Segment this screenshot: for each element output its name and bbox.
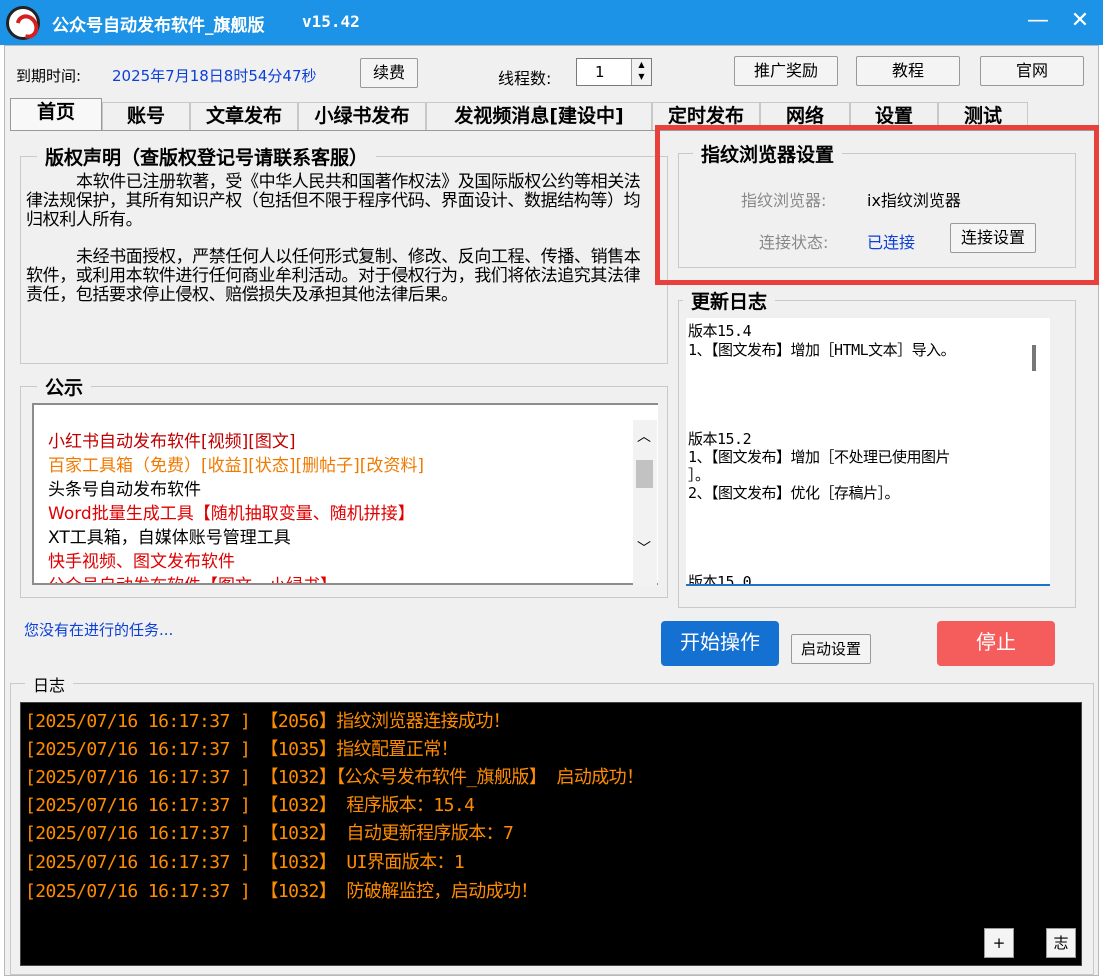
- promo-button[interactable]: 推广奖励: [734, 56, 838, 86]
- log-line: [2025/07/16 16:17:37 ] 【1032】【公众号发布软件_旗舰…: [25, 767, 644, 788]
- window-version: v15.42: [302, 12, 360, 31]
- tab-article-publish[interactable]: 文章发布: [190, 102, 298, 130]
- notice-item[interactable]: 快手视频、图文发布软件: [48, 547, 235, 572]
- start-settings-button[interactable]: 启动设置: [791, 634, 871, 664]
- threads-value[interactable]: 1: [595, 63, 605, 81]
- notice-item[interactable]: Word批量生成工具【随机抽取变量、随机拼接】: [48, 499, 415, 524]
- tab-green-book-publish[interactable]: 小绿书发布: [298, 102, 426, 130]
- highlight-box: [655, 125, 1099, 285]
- tab-account[interactable]: 账号: [102, 102, 190, 130]
- scroll-up-icon[interactable]: ︿: [637, 426, 651, 446]
- update-log-text[interactable]: 版本15.4 1、【图文发布】增加［HTML文本］导入。 版本15.2 1、【图…: [686, 318, 1050, 586]
- notice-title: 公示: [37, 373, 92, 400]
- copyright-text: 本软件已注册软著，受《中华人民共和国著作权法》及国际版权公约等相关法律法规保护，…: [26, 173, 646, 323]
- notice-item[interactable]: 公众号自动发布软件【图文，小绿书】: [48, 571, 337, 583]
- expire-label: 到期时间:: [16, 67, 82, 85]
- threads-label: 线程数:: [498, 69, 552, 88]
- log-title: 日志: [25, 672, 74, 696]
- notice-scrollbar[interactable]: ︿ ﹀: [633, 420, 657, 585]
- copyright-paragraph: 未经书面授权，严禁任何人以任何形式复制、修改、反向工程、传播、销售本软件，或利用…: [26, 247, 641, 305]
- copyright-paragraph: 本软件已注册软著，受《中华人民共和国著作权法》及国际版权公约等相关法律法规保护，…: [26, 172, 641, 230]
- renew-button[interactable]: 续费: [360, 58, 418, 88]
- copyright-title: 版权声明（查版权登记号请联系客服）: [37, 143, 377, 170]
- window-title: 公众号自动发布软件_旗舰版: [52, 16, 265, 36]
- log-line: [2025/07/16 16:17:37 ] 【1032】 程序版本：15.4: [25, 795, 475, 816]
- minimize-icon[interactable]: —: [1022, 6, 1054, 38]
- scroll-thumb[interactable]: [636, 460, 653, 488]
- update-line: 1、【图文发布】增加［HTML文本］导入。: [688, 341, 956, 359]
- log-plus-button[interactable]: +: [984, 928, 1014, 958]
- task-status: 您没有在进行的任务...: [24, 621, 174, 639]
- title-bar: 公众号自动发布软件_旗舰版 v15.42 — ✕: [0, 0, 1103, 45]
- update-line: 版本15.0: [688, 573, 752, 586]
- expire-value: 2025年7月18日8时54分47秒: [112, 67, 317, 85]
- notice-item[interactable]: 头条号自动发布软件: [48, 475, 201, 500]
- tab-home[interactable]: 首页: [10, 98, 102, 132]
- log-line: [2025/07/16 16:17:37 ] 【1032】 UI界面版本：1: [25, 852, 465, 873]
- update-line: 2、【图文发布】优化［存稿片］。: [688, 484, 900, 502]
- notice-item[interactable]: XT工具箱，自媒体账号管理工具: [48, 523, 291, 548]
- log-line: [2025/07/16 16:17:37 ] 【1035】指纹配置正常！: [25, 739, 459, 760]
- tab-video-message[interactable]: 发视频消息[建设中]: [426, 102, 652, 130]
- tutorial-button[interactable]: 教程: [856, 56, 960, 86]
- spinner-arrows-icon[interactable]: ▲ ▼: [631, 59, 651, 85]
- update-log-title: 更新日志: [683, 287, 776, 314]
- official-site-button[interactable]: 官网: [980, 56, 1084, 86]
- update-line: 版本15.4: [688, 322, 752, 340]
- notice-item[interactable]: 百家工具箱（免费）[收益][状态][删帖子][改资料]: [48, 451, 424, 476]
- update-line: 1、【图文发布】增加［不处理已使用图片: [688, 448, 951, 466]
- scroll-down-icon[interactable]: ﹀: [637, 538, 651, 558]
- stop-button[interactable]: 停止: [937, 621, 1055, 666]
- notice-list[interactable]: 小红书自动发布软件[视频][图文] 百家工具箱（免费）[收益][状态][删帖子]…: [32, 403, 658, 585]
- log-line: [2025/07/16 16:17:37 ] 【1032】 自动更新程序版本：7: [25, 823, 514, 844]
- log-console[interactable]: [2025/07/16 16:17:37 ] 【2056】指纹浏览器连接成功！ …: [20, 702, 1082, 966]
- log-clear-button[interactable]: 志: [1046, 928, 1076, 958]
- close-icon[interactable]: ✕: [1064, 6, 1096, 38]
- notice-item[interactable]: 小红书自动发布软件[视频][图文]: [48, 427, 296, 452]
- log-line: [2025/07/16 16:17:37 ] 【1032】 防破解监控，启动成功…: [25, 881, 538, 902]
- log-line: [2025/07/16 16:17:37 ] 【2056】指纹浏览器连接成功！: [25, 711, 511, 732]
- threads-spinner[interactable]: 1 ▲ ▼: [576, 58, 652, 86]
- start-button[interactable]: 开始操作: [661, 621, 779, 666]
- update-scroll-thumb[interactable]: [1032, 345, 1036, 371]
- app-logo-icon: [6, 6, 40, 40]
